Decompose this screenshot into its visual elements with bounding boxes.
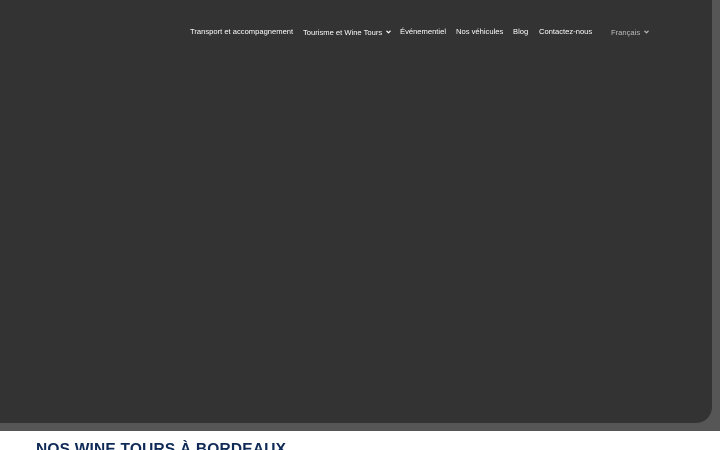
nav-item-transport[interactable]: Transport et accompagnement <box>190 27 293 37</box>
chevron-down-icon <box>644 27 650 37</box>
language-selector[interactable]: Français <box>611 27 650 38</box>
main-navigation: Transport et accompagnement Tourisme et … <box>0 27 720 37</box>
nav-item-evenementiel[interactable]: Événementiel <box>400 27 446 37</box>
nav-item-label: Nos véhicules <box>456 27 504 36</box>
chevron-down-icon <box>386 27 392 37</box>
nav-item-label: Événementiel <box>400 27 447 36</box>
section-heading: NOS WINE TOURS À BORDEAUX <box>36 441 287 450</box>
hero-banner <box>0 0 712 423</box>
page: Transport et accompagnement Tourisme et … <box>0 0 720 450</box>
nav-item-vehicules[interactable]: Nos véhicules <box>456 27 503 37</box>
language-label: Français <box>611 28 641 37</box>
nav-item-blog[interactable]: Blog <box>513 27 528 37</box>
nav-item-label: Blog <box>513 27 529 36</box>
nav-item-contact[interactable]: Contactez-nous <box>539 27 592 37</box>
nav-item-label: Tourisme et Wine Tours <box>303 28 383 37</box>
nav-item-label: Contactez-nous <box>539 27 593 36</box>
nav-item-label: Transport et accompagnement <box>190 27 294 36</box>
nav-item-tourisme-wine-tours[interactable]: Tourisme et Wine Tours <box>303 27 392 38</box>
